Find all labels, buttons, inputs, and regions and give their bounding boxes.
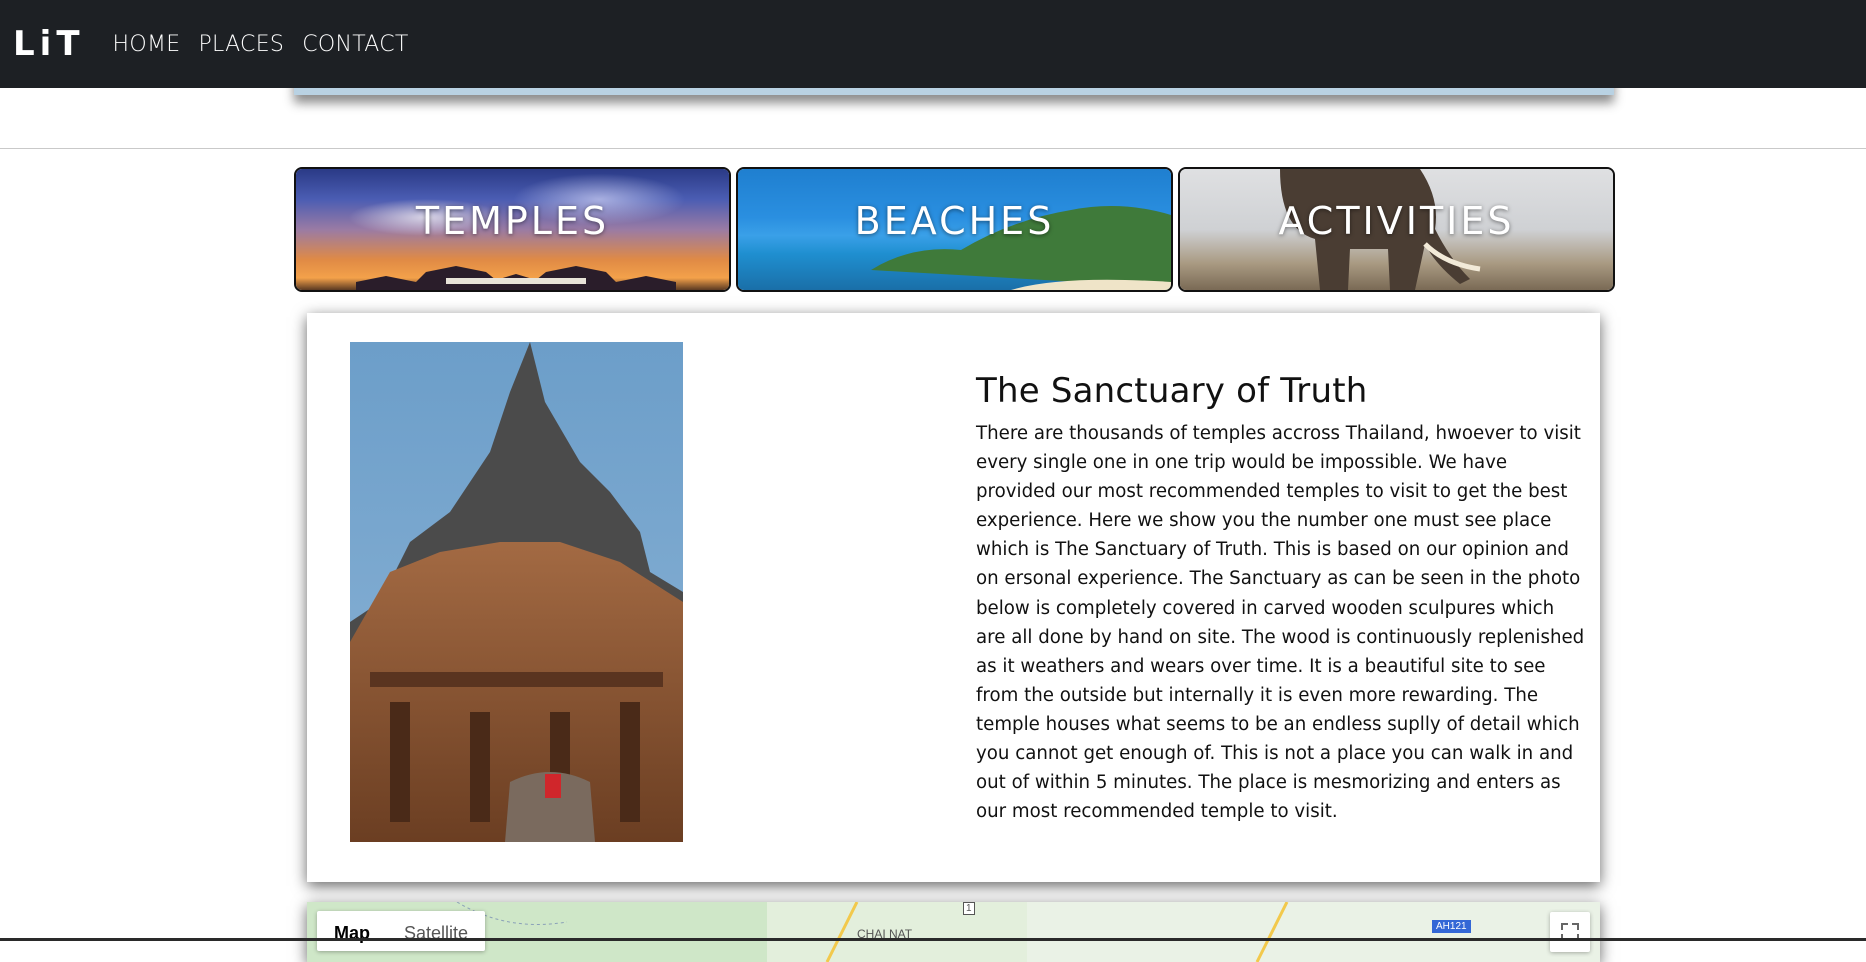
- map-tab-map[interactable]: Map: [317, 911, 387, 951]
- nav-link-contact[interactable]: CONTACT: [302, 32, 408, 57]
- map-road-number: 1: [963, 902, 975, 915]
- category-label-activities: ACTIVITIES: [1278, 199, 1515, 243]
- map-fullscreen-button[interactable]: [1550, 912, 1590, 952]
- feature-card: The Sanctuary of Truth There are thousan…: [307, 313, 1600, 882]
- category-label-temples: TEMPLES: [415, 199, 610, 243]
- nav-link-home[interactable]: HOME: [113, 32, 181, 57]
- embedded-map[interactable]: Map Satellite CHAI NAT AH121 1: [307, 902, 1600, 962]
- top-navbar: LiT HOME PLACES CONTACT: [0, 0, 1866, 88]
- category-card-temples[interactable]: TEMPLES: [294, 167, 731, 292]
- map-type-toggle: Map Satellite: [317, 911, 486, 951]
- nav-links: HOME PLACES CONTACT: [113, 32, 427, 57]
- sanctuary-of-truth-photo: [350, 342, 683, 842]
- feature-text-column: The Sanctuary of Truth There are thousan…: [976, 371, 1588, 826]
- map-highway-shield: AH121: [1432, 920, 1471, 933]
- category-card-beaches[interactable]: BEACHES: [736, 167, 1173, 292]
- category-row: TEMPLES BEACHES ACTIVITIES: [294, 167, 1615, 292]
- nav-link-places[interactable]: PLACES: [198, 32, 284, 57]
- category-label-beaches: BEACHES: [854, 199, 1055, 243]
- feature-title: The Sanctuary of Truth: [976, 371, 1368, 411]
- section-divider: [0, 148, 1866, 149]
- map-tiles: [307, 902, 1600, 962]
- temple-roof-silhouette: [356, 266, 676, 290]
- fullscreen-icon: [1561, 923, 1579, 941]
- map-tab-satellite[interactable]: Satellite: [387, 911, 485, 951]
- site-logo[interactable]: LiT: [13, 24, 85, 64]
- category-card-activities[interactable]: ACTIVITIES: [1178, 167, 1615, 292]
- feature-description: There are thousands of temples accross T…: [976, 423, 1585, 823]
